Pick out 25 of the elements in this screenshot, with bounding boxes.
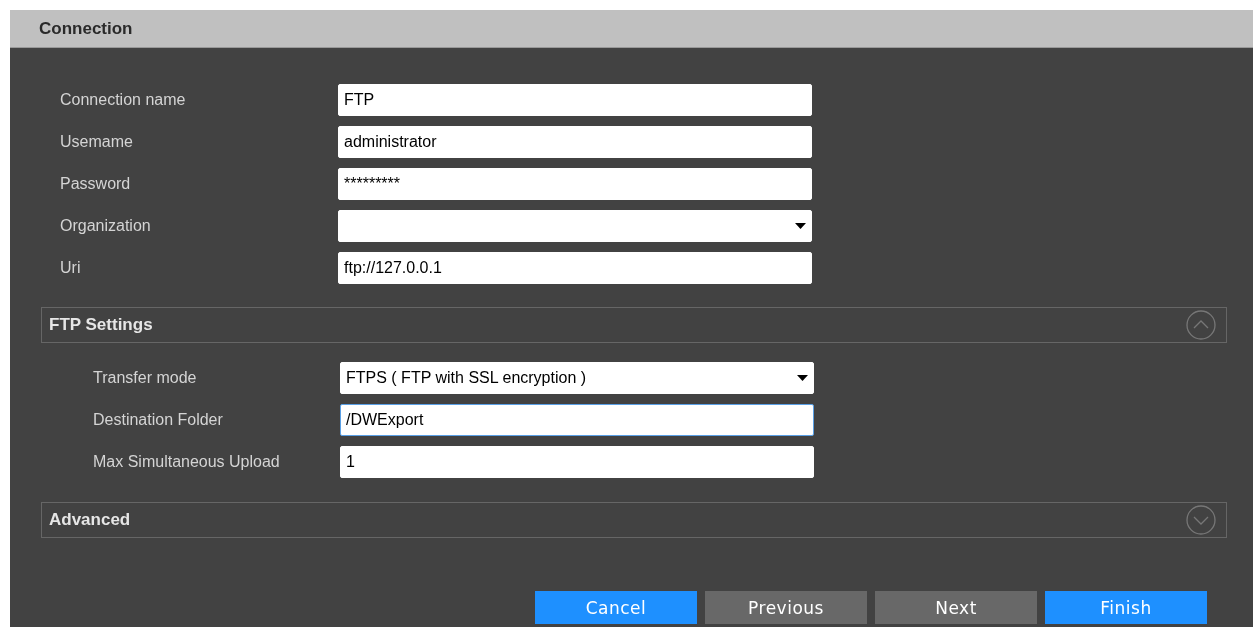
field-label: Organization	[60, 217, 152, 235]
collapse-icon[interactable]	[1186, 310, 1216, 340]
header-title: Connection	[39, 18, 133, 39]
field-label: Uri	[60, 259, 82, 277]
field-label: Password	[60, 175, 132, 193]
field-label: Transfer mode	[93, 369, 198, 387]
expand-icon[interactable]	[1186, 505, 1216, 535]
input-field[interactable]: 1	[340, 446, 814, 478]
input-field[interactable]: /DWExport	[340, 404, 814, 436]
field-label: Usemame	[60, 133, 134, 151]
secondary-button[interactable]: Previous	[705, 591, 867, 624]
section-header[interactable]: Advanced	[41, 502, 1227, 538]
dropdown-field[interactable]	[338, 210, 812, 242]
field-label: Max Simultaneous Upload	[93, 453, 281, 471]
secondary-button[interactable]: Next	[875, 591, 1037, 624]
section-header[interactable]: FTP Settings	[41, 307, 1227, 343]
field-label: Connection name	[60, 91, 187, 109]
dropdown-caret-icon[interactable]	[795, 222, 806, 230]
input-field[interactable]: ftp://127.0.0.1	[338, 252, 812, 284]
input-field[interactable]: administrator	[338, 126, 812, 158]
field-label: Destination Folder	[93, 411, 224, 429]
dropdown-field[interactable]: FTPS ( FTP with SSL encryption )	[340, 362, 814, 394]
dropdown-caret-icon[interactable]	[797, 374, 808, 382]
input-field[interactable]: FTP	[338, 84, 812, 116]
password-field[interactable]: *********	[338, 168, 812, 200]
